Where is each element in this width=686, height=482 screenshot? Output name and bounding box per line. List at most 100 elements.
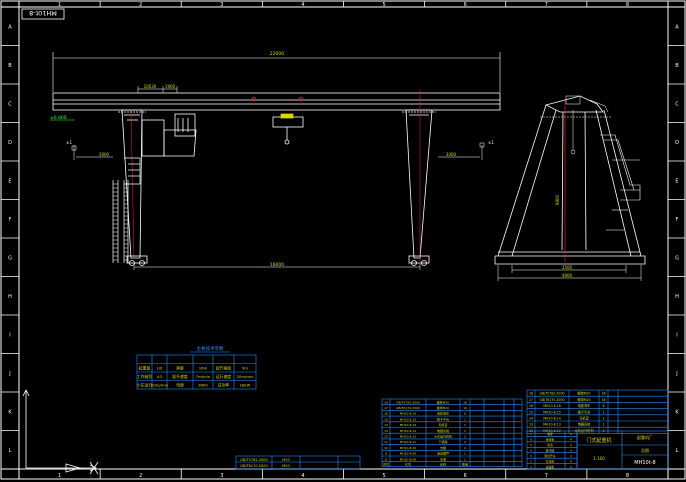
title-block-row-cell: 1 [530, 465, 532, 469]
parts-list-cell: 17 [529, 398, 533, 402]
title-block-row-cell: 5 [530, 443, 532, 447]
spec-table-title: 主要技术参数 [197, 345, 224, 352]
spec-table-cell: 总功率 [218, 383, 230, 388]
dimension-small-label: 1900 [165, 84, 176, 89]
title-block-cell: MH10-8.10 [400, 446, 417, 450]
title-block-cell: MH10-8.12 [400, 435, 417, 439]
title-block-cell: 螺栓M20 [437, 399, 449, 404]
title-block-cell: MH10-8.08 [400, 457, 417, 461]
parts-list-cell: 螺栓M20 [577, 391, 590, 396]
cad-drawing-canvas[interactable]: 12345678 12345678 ABCDEFGHIJKL ABCDEFGHI… [0, 0, 686, 482]
title-block-cell: 10 [384, 446, 388, 450]
title-block-cell: 梯子平台 [437, 416, 449, 421]
parts-list-cell: 螺母M20 [577, 397, 590, 402]
title-block-row-cell: 2 [570, 465, 572, 469]
bottom-note-1: GB/T5782-2000 [240, 458, 268, 462]
title-block-row-cell: 轨道 [547, 443, 553, 447]
title-block-drawing-sub: 总图 [641, 447, 649, 453]
parts-list-cell: MH10-8.16 [543, 404, 560, 408]
title-block-cell: GB/T5782-2000 [396, 400, 420, 404]
title-block-cell: 1 [464, 452, 466, 456]
dimension-span-label: 16000 [270, 262, 284, 268]
title-block-cell: 15 [384, 417, 388, 421]
side-view-base-outer-label: 4800 [562, 273, 573, 278]
title-block-row-cell: 4 [570, 459, 572, 463]
title-stamp-text: MH10t-8 [29, 9, 57, 17]
parts-list-cell: 1 [602, 410, 604, 414]
parts-list-cell: 电器系统 [578, 422, 592, 427]
zone-row-label: D [8, 140, 12, 146]
title-block-drawing-name: 门式起重机 [586, 437, 611, 444]
title-block-row-cell: 3 [530, 454, 532, 458]
title-block-cell: MH10-8.13 [400, 429, 417, 433]
spec-table-cell: 18kW [240, 383, 251, 388]
title-block-cell: 支腿 [440, 445, 446, 450]
title-block-row-cell: 连接板 [546, 438, 555, 442]
title-block-cell: 16 [384, 412, 388, 416]
title-block-row-cell: 2 [530, 459, 532, 463]
spec-table-cell: 跨度 [176, 366, 184, 371]
zone-column-label: 5 [382, 2, 385, 8]
title-block-cell: MH10-8.16 [400, 412, 417, 416]
title-block-cell: 2 [464, 435, 466, 439]
title-block-row-cell: 端梁 [547, 432, 553, 436]
parts-list-cell: GB/T5782-2000 [539, 392, 564, 396]
parts-list-cell: MH10-8.14 [543, 417, 560, 421]
zone-row-label: H [675, 294, 679, 300]
parts-list-cell: 16 [529, 404, 533, 408]
zone-row-label: J [8, 371, 10, 377]
zone-column-label: 8 [626, 2, 629, 8]
zone-column-label: 2 [139, 2, 142, 8]
title-block-cell: 下横梁 [438, 439, 447, 444]
zone-row-label: B [8, 63, 12, 69]
zone-row-label: L [9, 448, 12, 454]
title-block-row-cell: 减速机 [546, 465, 555, 469]
bottom-note-4: M20 [282, 464, 289, 468]
title-block-cell: MH10-8.11 [400, 440, 417, 444]
title-block-cell: MH10-8.15 [400, 417, 417, 421]
zone-column-label: 1 [58, 473, 61, 479]
zone-row-label: F [9, 217, 12, 223]
title-block-cell: GB/T6170-2000 [396, 406, 420, 410]
title-block-cell: 主梁 [440, 456, 446, 461]
parts-list-cell: MH10-8.15 [543, 410, 560, 414]
title-block-footer-cell: 序号 [383, 462, 389, 467]
zone-row-label: G [675, 255, 679, 261]
spec-table-cell: 9m [242, 366, 248, 371]
dimension-leg-top-label: 10630 [144, 84, 157, 89]
zone-column-label: 3 [220, 2, 223, 8]
parts-list-cell: 18 [529, 392, 533, 396]
spec-table-cell: A3 [157, 374, 163, 379]
zone-column-label: 7 [545, 473, 548, 479]
zone-column-label: 1 [58, 2, 61, 8]
title-block-cell: 18 [384, 400, 388, 404]
title-block-cell: 11 [384, 440, 388, 444]
parts-list-cell: GB/T6170-2000 [539, 398, 564, 402]
title-block-row-cell: 车轮组 [546, 459, 555, 463]
parts-list-cell: 16 [601, 398, 605, 402]
spec-table-cell: 16m [199, 366, 208, 371]
zone-row-label: H [8, 294, 12, 300]
zone-column-label: 6 [464, 2, 467, 8]
spec-table-cell: 380V [198, 383, 208, 388]
title-block-cell: 1 [464, 429, 466, 433]
parts-list-cell: 1 [602, 423, 604, 427]
parts-list-cell: 梯子平台 [578, 409, 591, 414]
title-block-cell: 1 [464, 417, 466, 421]
zone-row-label: I [9, 332, 10, 338]
zone-row-label: I [676, 332, 677, 338]
title-block-cell: 电器系统 [437, 428, 449, 433]
spec-table-cell: 电源 [176, 383, 184, 388]
title-block-row-cell: 4 [570, 438, 572, 442]
title-block-cell: 12 [384, 435, 388, 439]
zone-column-label: 7 [545, 2, 548, 8]
dimension-total-label: 22000 [270, 51, 284, 57]
spec-table-cell: 小车运行 [137, 383, 152, 388]
zone-row-label: C [8, 101, 12, 107]
spec-table-cell: 起升速度 [172, 374, 187, 379]
title-block-cell: 1 [464, 423, 466, 427]
marker-right-label: ±1 [488, 140, 494, 145]
title-block-row-cell: 限位开关 [544, 454, 555, 458]
title-block-cell: MH10-8.14 [400, 423, 417, 427]
title-block-row-cell: 6 [530, 438, 532, 442]
